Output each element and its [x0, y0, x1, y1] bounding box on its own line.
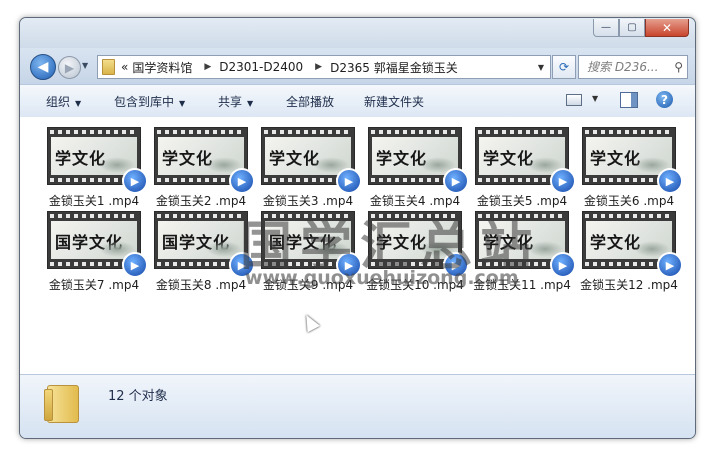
film-strip-icon — [585, 130, 673, 134]
file-item[interactable]: 国学文化 ▶ 金锁玉关7 .mp4 — [42, 211, 148, 294]
folder-icon — [102, 59, 115, 75]
video-thumbnail: 学文化 ▶ — [47, 127, 148, 194]
close-button[interactable]: ✕ — [645, 19, 689, 37]
chevron-down-icon: ▼ — [75, 99, 82, 108]
window-controls: — ▢ ✕ — [593, 19, 689, 37]
include-in-library-button[interactable]: 包含到库中 ▼ — [114, 93, 185, 110]
breadcrumb-separator-icon[interactable]: ▶ — [204, 62, 211, 72]
breadcrumb-separator-icon[interactable]: ▶ — [315, 62, 322, 72]
file-list: 学文化 ▶ 金锁玉关12 .mp4 学文化 ▶ 金锁玉关11 .mp4 学文化 ▶ 金锁玉关10… — [20, 117, 695, 374]
video-thumbnail: 学文化 ▶ — [368, 127, 469, 194]
command-bar: 组织 ▼ 包含到库中 ▼ 共享 ▼ 全部播放 新建文件夹 ▼ ? — [20, 84, 695, 118]
thumbnail-frame: 国学文化 — [158, 221, 244, 259]
video-thumbnail: 学文化 ▶ — [582, 211, 683, 278]
thumbnail-frame: 国学文化 — [51, 221, 137, 259]
film-strip-icon — [585, 214, 673, 218]
include-in-library-label: 包含到库中 — [114, 95, 175, 109]
film-strip-icon — [157, 130, 245, 134]
forward-button[interactable]: ▶ — [58, 56, 81, 79]
chevron-down-icon[interactable]: ▼ — [592, 94, 598, 103]
new-folder-button[interactable]: 新建文件夹 — [364, 93, 424, 110]
file-name[interactable]: 金锁玉关2 .mp4 — [149, 193, 253, 210]
media-player-icon: ▶ — [229, 168, 255, 194]
search-input[interactable] — [585, 59, 669, 75]
file-item[interactable]: 学文化 ▶ 金锁玉关3 .mp4 — [256, 127, 362, 210]
video-thumbnail: 学文化 ▶ — [475, 127, 576, 194]
film-strip-icon — [371, 130, 459, 134]
file-name[interactable]: 金锁玉关1 .mp4 — [42, 193, 146, 210]
video-thumbnail: 学文化 ▶ — [582, 127, 683, 194]
file-item[interactable]: 学文化 ▶ 金锁玉关4 .mp4 — [363, 127, 469, 210]
file-item[interactable]: 学文化 ▶ 金锁玉关1 .mp4 — [42, 127, 148, 210]
film-strip-icon — [157, 214, 245, 218]
thumbnail-frame: 学文化 — [265, 137, 351, 175]
thumbnail-frame: 学文化 — [372, 137, 458, 175]
item-count: 12 个对象 — [108, 389, 168, 404]
thumbnail-frame: 学文化 — [586, 221, 672, 259]
navigation-bar: ◀ ▶ ▼ « 国学资料馆 ▶ D2301-D2400 ▶ D2365 郭福星金… — [20, 48, 695, 84]
media-player-icon: ▶ — [657, 168, 683, 194]
help-icon[interactable]: ? — [656, 91, 673, 108]
file-name[interactable]: 金锁玉关8 .mp4 — [149, 277, 253, 294]
media-player-icon: ▶ — [443, 168, 469, 194]
video-thumbnail: 国学文化 ▶ — [154, 211, 255, 278]
recent-pages-dropdown-icon[interactable]: ▼ — [82, 61, 88, 70]
chevron-down-icon: ▼ — [247, 99, 254, 108]
media-player-icon: ▶ — [550, 168, 576, 194]
file-item[interactable]: 学文化 ▶ 金锁玉关12 .mp4 — [577, 211, 683, 294]
thumbnail-frame: 学文化 — [158, 137, 244, 175]
share-label: 共享 — [218, 95, 243, 109]
file-item[interactable]: 国学文化 ▶ 金锁玉关8 .mp4 — [149, 211, 255, 294]
details-pane: 12 个对象 — [20, 374, 695, 438]
breadcrumb-overflow[interactable]: « — [121, 60, 128, 74]
search-box[interactable]: ⚲ — [578, 55, 688, 79]
organize-button[interactable]: 组织 ▼ — [46, 93, 81, 110]
breadcrumb-item[interactable]: D2301-D2400 — [219, 60, 303, 74]
file-name[interactable]: 金锁玉关12 .mp4 — [577, 277, 681, 294]
file-name[interactable]: 金锁玉关6 .mp4 — [577, 193, 681, 210]
mouse-cursor-icon — [300, 311, 320, 333]
media-player-icon: ▶ — [122, 168, 148, 194]
share-button[interactable]: 共享 ▼ — [218, 93, 253, 110]
media-player-icon: ▶ — [336, 168, 362, 194]
back-button[interactable]: ◀ — [30, 54, 56, 80]
address-dropdown-icon[interactable]: ▼ — [538, 63, 544, 72]
film-strip-icon — [264, 130, 352, 134]
film-strip-icon — [50, 214, 138, 218]
thumbnail-frame: 学文化 — [586, 137, 672, 175]
media-player-icon: ▶ — [122, 252, 148, 278]
folder-icon — [44, 385, 79, 423]
media-player-icon: ▶ — [550, 252, 576, 278]
title-bar: — ▢ ✕ — [20, 18, 695, 48]
video-thumbnail: 学文化 ▶ — [261, 127, 362, 194]
media-player-icon: ▶ — [657, 252, 683, 278]
maximize-button[interactable]: ▢ — [619, 19, 645, 37]
chevron-down-icon: ▼ — [179, 99, 186, 108]
thumbnail-frame: 学文化 — [51, 137, 137, 175]
search-icon[interactable]: ⚲ — [674, 60, 683, 74]
video-thumbnail: 国学文化 ▶ — [47, 211, 148, 278]
file-name[interactable]: 金锁玉关7 .mp4 — [42, 277, 146, 294]
play-all-button[interactable]: 全部播放 — [286, 93, 334, 110]
film-strip-icon — [50, 130, 138, 134]
breadcrumb-item[interactable]: 国学资料馆 — [132, 59, 192, 76]
organize-label: 组织 — [46, 95, 71, 109]
file-item[interactable]: 学文化 ▶ 金锁玉关2 .mp4 — [149, 127, 255, 210]
file-item[interactable]: 学文化 ▶ 金锁玉关6 .mp4 — [577, 127, 683, 210]
thumbnail-frame: 学文化 — [479, 137, 565, 175]
explorer-window: — ▢ ✕ ◀ ▶ ▼ « 国学资料馆 ▶ D2301-D2400 ▶ D236… — [19, 17, 696, 439]
film-strip-icon — [478, 130, 566, 134]
watermark-url: www.guoxuehuizong.com — [245, 267, 519, 289]
refresh-icon[interactable]: ⟳ — [552, 55, 576, 79]
file-item[interactable]: 学文化 ▶ 金锁玉关5 .mp4 — [470, 127, 576, 210]
breadcrumb-item[interactable]: D2365 郭福星金锁玉关 — [330, 59, 458, 76]
preview-pane-icon[interactable] — [620, 92, 638, 108]
video-thumbnail: 学文化 ▶ — [154, 127, 255, 194]
address-bar[interactable]: « 国学资料馆 ▶ D2301-D2400 ▶ D2365 郭福星金锁玉关 ▼ — [97, 55, 551, 79]
minimize-button[interactable]: — — [593, 19, 619, 37]
view-options-icon[interactable] — [566, 94, 582, 106]
